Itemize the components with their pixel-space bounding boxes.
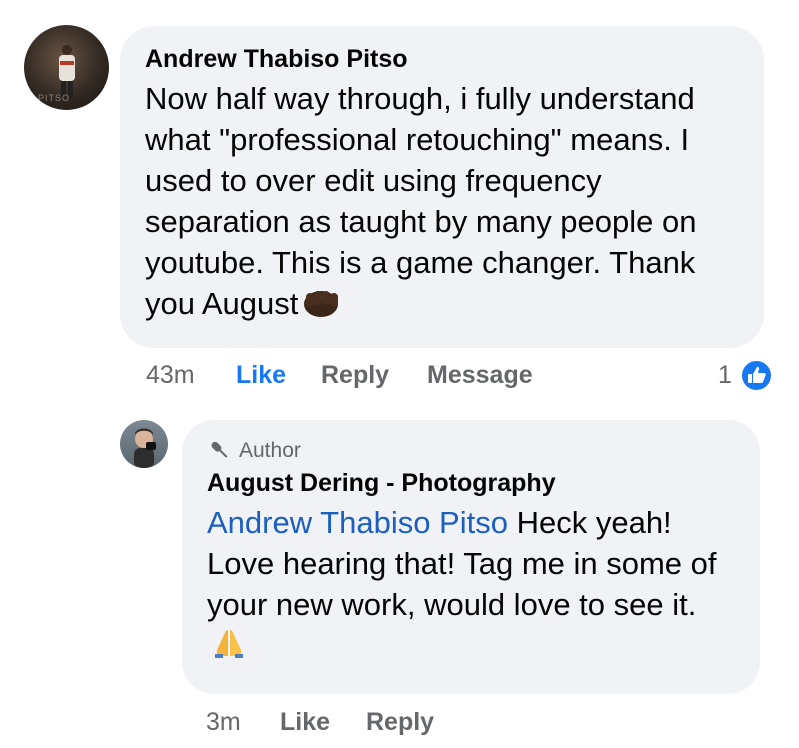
reply-like-button[interactable]: Like bbox=[280, 708, 330, 737]
reply-text: Andrew Thabiso Pitso Heck yeah! Love hea… bbox=[207, 502, 740, 670]
comment-reply-button[interactable]: Reply bbox=[321, 361, 389, 390]
comment-author-name[interactable]: Andrew Thabiso Pitso bbox=[145, 44, 742, 74]
reaction-count[interactable]: 1 bbox=[718, 361, 732, 390]
reply-bubble: Author August Dering - Photography Andre… bbox=[182, 420, 760, 694]
author-badge-label: Author bbox=[239, 439, 301, 462]
comment-message-button[interactable]: Message bbox=[427, 361, 533, 390]
comment-text: Now half way through, i fully understand… bbox=[145, 78, 742, 330]
reply-actions: 3m Like Reply bbox=[206, 706, 606, 740]
reply-author-name[interactable]: August Dering - Photography bbox=[207, 468, 740, 498]
avatar-photo-icon bbox=[134, 428, 156, 468]
reply-timestamp[interactable]: 3m bbox=[206, 708, 241, 737]
fist-bump-emoji bbox=[300, 286, 340, 330]
comment-timestamp[interactable]: 43m bbox=[146, 361, 195, 390]
comment-text-content: Now half way through, i fully understand… bbox=[145, 81, 697, 321]
author-badge: Author bbox=[207, 438, 740, 464]
folded-hands-emoji bbox=[211, 626, 247, 670]
avatar-andrew[interactable]: PITSO bbox=[24, 25, 109, 110]
comment-bubble: Andrew Thabiso Pitso Now half way throug… bbox=[120, 26, 764, 348]
comment-actions: 43m Like Reply Message 1 bbox=[146, 359, 786, 393]
reply-reply-button[interactable]: Reply bbox=[366, 708, 434, 737]
reply-mention-link[interactable]: Andrew Thabiso Pitso bbox=[207, 505, 508, 540]
comment-like-button[interactable]: Like bbox=[236, 361, 286, 390]
avatar-august[interactable] bbox=[120, 420, 168, 468]
avatar-watermark: PITSO bbox=[38, 93, 71, 103]
microphone-icon bbox=[207, 438, 233, 464]
like-thumb-icon[interactable] bbox=[740, 359, 773, 399]
